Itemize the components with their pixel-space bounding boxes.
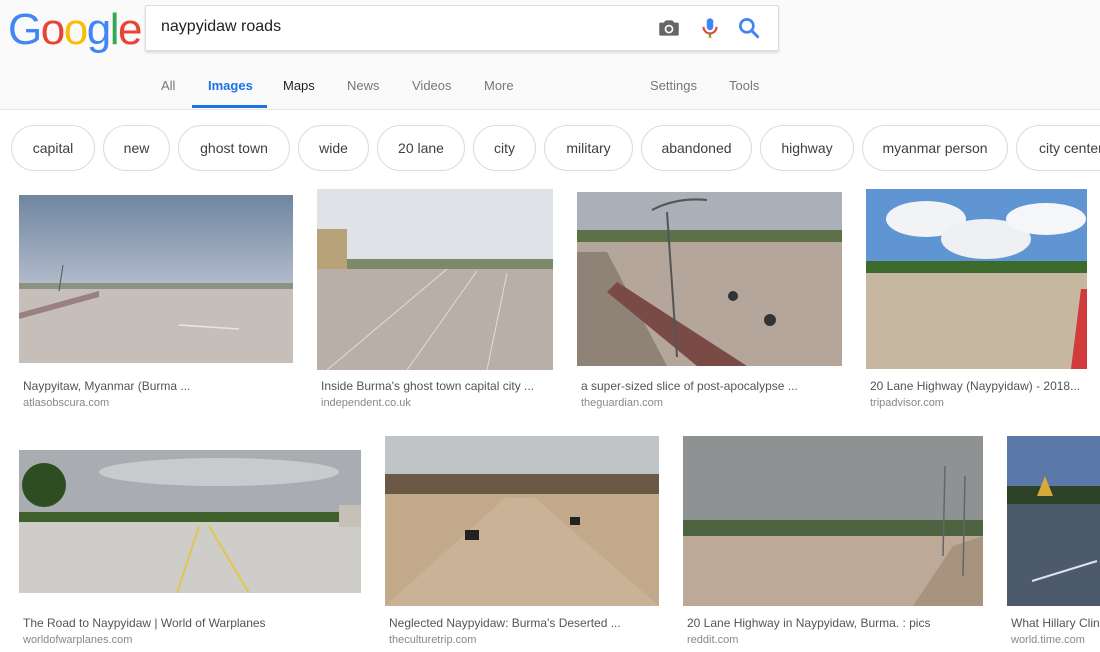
result-thumbnail[interactable] bbox=[866, 189, 1087, 369]
tab-news[interactable]: News bbox=[347, 78, 380, 93]
result-caption[interactable]: 20 Lane Highway in Naypyidaw, Burma. : p… bbox=[687, 616, 987, 630]
chip-20-lane[interactable]: 20 lane bbox=[377, 125, 465, 171]
tab-images[interactable]: Images bbox=[208, 78, 253, 93]
result-thumbnail[interactable] bbox=[385, 436, 659, 606]
result-source: tripadvisor.com bbox=[870, 397, 944, 409]
tab-tools[interactable]: Tools bbox=[729, 78, 759, 93]
logo-letter: G bbox=[8, 5, 42, 54]
chip-city-center[interactable]: city center bbox=[1016, 125, 1100, 171]
chip-abandoned[interactable]: abandoned bbox=[641, 125, 752, 171]
result-thumbnail[interactable] bbox=[19, 450, 361, 593]
chip-military[interactable]: military bbox=[544, 125, 633, 171]
chip-capital[interactable]: capital bbox=[11, 125, 95, 171]
result-caption[interactable]: The Road to Naypyidaw | World of Warplan… bbox=[23, 616, 363, 630]
search-box[interactable]: naypyidaw roads bbox=[145, 5, 779, 51]
search-icon[interactable] bbox=[736, 15, 762, 41]
logo-letter: l bbox=[109, 5, 120, 54]
result-source: theculturetrip.com bbox=[389, 634, 477, 646]
chip-myanmar-person[interactable]: myanmar person bbox=[862, 125, 1008, 171]
search-tabs: All Images Maps News Videos More Setting… bbox=[0, 66, 1100, 109]
result-thumbnail[interactable] bbox=[317, 189, 553, 370]
result-caption[interactable]: Inside Burma's ghost town capital city .… bbox=[321, 379, 553, 393]
chip-new[interactable]: new bbox=[103, 125, 170, 171]
tab-more[interactable]: More bbox=[484, 78, 514, 93]
result-caption[interactable]: 20 Lane Highway (Naypyidaw) - 2018... bbox=[870, 379, 1090, 393]
result-source: reddit.com bbox=[687, 634, 739, 646]
logo-letter: o bbox=[63, 5, 88, 54]
result-source: world.time.com bbox=[1011, 634, 1085, 646]
logo-letter: o bbox=[40, 5, 65, 54]
result-source: independent.co.uk bbox=[321, 397, 411, 409]
tab-settings[interactable]: Settings bbox=[650, 78, 697, 93]
result-source: worldofwarplanes.com bbox=[23, 634, 133, 646]
tab-videos[interactable]: Videos bbox=[412, 78, 452, 93]
chip-ghost-town[interactable]: ghost town bbox=[178, 125, 290, 171]
result-caption[interactable]: a super-sized slice of post-apocalypse .… bbox=[581, 379, 841, 393]
result-source: atlasobscura.com bbox=[23, 397, 110, 409]
result-caption[interactable]: Naypyitaw, Myanmar (Burma ... bbox=[23, 379, 293, 393]
chip-city[interactable]: city bbox=[473, 125, 536, 171]
result-caption[interactable]: Neglected Naypyidaw: Burma's Deserted ..… bbox=[389, 616, 659, 630]
header: Google naypyidaw roads All Images Maps N… bbox=[0, 0, 1100, 110]
tab-maps[interactable]: Maps bbox=[283, 78, 315, 93]
camera-icon[interactable] bbox=[656, 15, 682, 41]
logo-letter: e bbox=[117, 5, 142, 54]
result-thumbnail[interactable] bbox=[19, 195, 293, 363]
result-thumbnail[interactable] bbox=[1007, 436, 1100, 606]
search-input[interactable]: naypyidaw roads bbox=[161, 18, 281, 36]
logo-letter: g bbox=[86, 5, 111, 54]
active-tab-indicator bbox=[192, 105, 267, 108]
result-source: theguardian.com bbox=[581, 397, 663, 409]
result-thumbnail[interactable] bbox=[577, 192, 842, 366]
result-caption[interactable]: What Hillary Clin bbox=[1011, 616, 1100, 630]
chip-highway[interactable]: highway bbox=[760, 125, 854, 171]
microphone-icon[interactable] bbox=[697, 15, 723, 41]
tab-all[interactable]: All bbox=[161, 78, 175, 93]
google-logo[interactable]: Google bbox=[8, 4, 142, 56]
chip-wide[interactable]: wide bbox=[298, 125, 369, 171]
result-thumbnail[interactable] bbox=[683, 436, 983, 606]
